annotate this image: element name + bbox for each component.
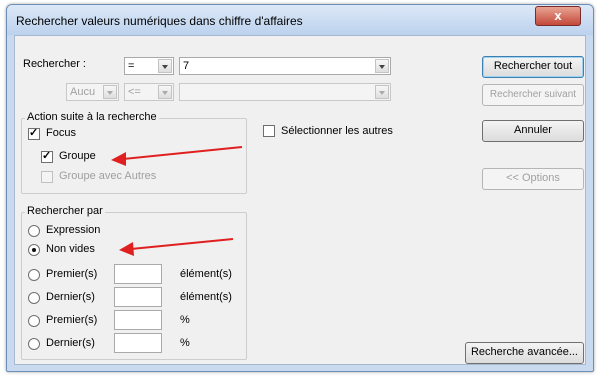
annotation-overlay bbox=[111, 146, 243, 256]
window-title: Rechercher valeurs numériques dans chiff… bbox=[16, 14, 303, 28]
close-button[interactable]: x bbox=[535, 6, 581, 26]
annotation-arrow-icon bbox=[119, 238, 234, 256]
dialog-body: Rechercher : = 7 Aucu <= Rechercher tout… bbox=[14, 35, 586, 365]
annotation-arrow-icon bbox=[111, 146, 243, 166]
dialog-window: Rechercher valeurs numériques dans chiff… bbox=[6, 4, 594, 372]
title-bar: Rechercher valeurs numériques dans chiff… bbox=[7, 5, 593, 35]
